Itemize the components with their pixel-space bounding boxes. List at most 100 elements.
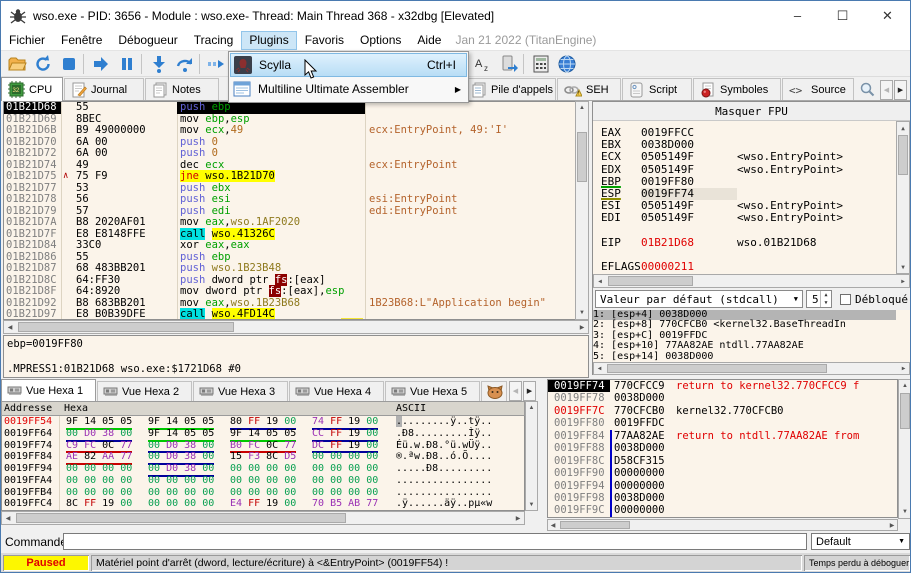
stop-button[interactable] xyxy=(57,52,81,76)
spin-up-icon[interactable]: ▲ xyxy=(820,291,831,299)
register-row-edi[interactable]: EDI0505149F<wso.EntryPoint> xyxy=(593,212,896,224)
disasm-row[interactable]: 01B21D6855push ebp xyxy=(4,102,575,114)
tab-source[interactable]: <>Source xyxy=(782,78,854,100)
stack-row[interactable]: 0019FF9C00000000 xyxy=(548,504,897,516)
calling-convention-dropdown[interactable]: Valeur par défaut (stdcall) ▼ xyxy=(595,290,803,308)
menu-item-fenetre[interactable]: Fenêtre xyxy=(53,31,110,50)
tab-pile-d-appels[interactable]: Pile d'appels xyxy=(464,78,556,100)
scroll-left-icon[interactable]: ◀ xyxy=(2,512,14,524)
args-hscrollbar[interactable]: ◀ ▶ xyxy=(593,362,910,375)
hexdump-row[interactable]: 0019FF6400 D0 38 009F 14 05 059F 14 05 0… xyxy=(2,428,524,440)
calculator-button[interactable] xyxy=(529,52,553,76)
scroll-right-icon[interactable]: ▶ xyxy=(576,321,588,333)
close-button[interactable]: ✕ xyxy=(865,1,910,30)
hexdump-vscrollbar[interactable]: ▲ ▼ xyxy=(525,401,538,511)
tab-script[interactable]: Script xyxy=(622,78,692,100)
register-row-edx[interactable]: EDX0505149F<wso.EntryPoint> xyxy=(593,164,896,176)
menu-item-aide[interactable]: Aide xyxy=(409,31,449,50)
hexdump-row[interactable]: 0019FF9400 00 00 0000 D0 38 0000 00 00 0… xyxy=(2,463,524,475)
restart-button[interactable] xyxy=(31,52,55,76)
hexdump-tab-scroll-right-button[interactable]: ▶ xyxy=(523,381,536,401)
args-count-spinner[interactable]: 5 ▲ ▼ xyxy=(806,290,832,308)
stack-hscrollbar[interactable]: ◀ ▶ xyxy=(547,519,898,531)
unlocked-checkbox[interactable] xyxy=(840,294,851,305)
tab-vue-hexa-5[interactable]: Vue Hexa 5 xyxy=(385,381,480,401)
stack-row[interactable]: 0019FF8477AA82AEreturn to ntdll.77AA82AE… xyxy=(548,430,897,442)
stack-row[interactable]: 0019FF74770CFCC9return to kernel32.770CF… xyxy=(548,380,897,392)
tab-vue-hexa-1[interactable]: Vue Hexa 1 xyxy=(1,379,96,401)
hexdump-hscrollbar[interactable]: ◀ ▶ xyxy=(1,511,525,525)
tab-cpu[interactable]: 32CPU xyxy=(1,77,63,101)
menu-item-favoris[interactable]: Favoris xyxy=(297,31,352,50)
tab-vue-hexa-3[interactable]: Vue Hexa 3 xyxy=(193,381,288,401)
stack-rows[interactable]: 0019FF74770CFCC9return to kernel32.770CF… xyxy=(547,379,898,518)
scroll-up-icon[interactable]: ▲ xyxy=(526,402,537,413)
stack-row[interactable]: 0019FF7C770CFCB0kernel32.770CFCB0 xyxy=(548,405,897,417)
hexdump-row[interactable]: 0019FF549F 14 05 059F 14 05 0580 FF 19 0… xyxy=(2,416,524,428)
hexdump-row[interactable]: 0019FFA400 00 00 0000 00 00 0000 00 00 0… xyxy=(2,475,524,487)
menu-item-options[interactable]: Options xyxy=(352,31,409,50)
stack-row[interactable]: 0019FF780038D000 xyxy=(548,392,897,404)
disasm-row[interactable]: 01B21D8433C0xor eax,eax xyxy=(4,240,575,252)
registers-vscrollbar[interactable]: ▲ ▼ xyxy=(896,121,910,274)
disasm-hscrollbar[interactable]: ◀ ▶ xyxy=(3,320,589,334)
stack-row[interactable]: 0019FF880038D000 xyxy=(548,442,897,454)
scroll-thumb[interactable] xyxy=(577,132,587,182)
stack-row[interactable]: 0019FF9000000000 xyxy=(548,467,897,479)
disassembly-view[interactable]: 01B21D6855push ebp01B21D698BECmov ebp,es… xyxy=(3,101,575,320)
menu-item-fichier[interactable]: Fichier xyxy=(1,31,53,50)
hexdump-tab-scroll-left-button[interactable]: ◀ xyxy=(509,381,522,401)
maximize-button[interactable]: ☐ xyxy=(820,1,865,30)
scroll-right-icon[interactable]: ▶ xyxy=(512,512,524,524)
scroll-down-icon[interactable]: ▼ xyxy=(899,506,911,518)
disasm-row[interactable]: 01B21D7AB8 2020AF01mov eax,wso.1AF2020 xyxy=(4,217,575,229)
register-row-eflags[interactable]: EFLAGS00000211 xyxy=(593,261,896,273)
hexdump-row[interactable]: 0019FF74C9 FC 0C 7700 D0 38 00B0 FC 0C 7… xyxy=(2,440,524,452)
register-row-eax[interactable]: EAX0019FFCC xyxy=(593,127,896,139)
hide-fpu-button[interactable]: Masquer FPU xyxy=(593,102,910,121)
tab-vue-hexa-4[interactable]: Vue Hexa 4 xyxy=(289,381,384,401)
step-into-button[interactable] xyxy=(147,52,171,76)
scroll-thumb[interactable] xyxy=(607,364,827,373)
disasm-vscrollbar[interactable]: ▲ ▼ xyxy=(575,101,589,320)
scroll-right-icon[interactable]: ▶ xyxy=(897,275,909,287)
hexdump-row[interactable]: 0019FFC48C FF 19 0000 00 00 00E4 FF 19 0… xyxy=(2,498,524,510)
spin-down-icon[interactable]: ▼ xyxy=(820,299,831,307)
registers-list[interactable]: EAX0019FFCCEBX0038D000ECX0505149F<wso.En… xyxy=(593,121,896,274)
menu-item-plugins[interactable]: Plugins xyxy=(241,31,296,50)
scroll-right-icon[interactable]: ▶ xyxy=(887,520,897,530)
globe-button[interactable] xyxy=(555,52,579,76)
scroll-right-icon[interactable]: ▶ xyxy=(898,363,909,374)
disasm-row[interactable]: 01B21D97E8 B0B39DFEcall wso.4FD14C xyxy=(4,309,575,320)
registers-hscrollbar[interactable]: ◀ ▶ xyxy=(593,274,910,288)
menu-item-debogueur[interactable]: Débogueur xyxy=(110,31,185,50)
arg-row[interactable]: 5: [esp+14] 0038D000 xyxy=(593,352,896,362)
search-button[interactable] xyxy=(855,78,879,100)
command-input[interactable] xyxy=(63,533,807,550)
stack-row[interactable]: 0019FF8CD58CF315 xyxy=(548,455,897,467)
tab-seh[interactable]: !SEH xyxy=(557,78,621,100)
scroll-up-icon[interactable]: ▲ xyxy=(899,380,911,392)
tab-scroll-right-button[interactable]: ▶ xyxy=(894,80,907,100)
stack-row[interactable]: 0019FF9400000000 xyxy=(548,480,897,492)
scroll-thumb[interactable] xyxy=(608,276,693,286)
execute-till-return-button[interactable] xyxy=(205,52,229,76)
scroll-thumb[interactable] xyxy=(18,322,234,332)
run-button[interactable] xyxy=(89,52,113,76)
hexdump-rows[interactable]: 0019FF549F 14 05 059F 14 05 0580 FF 19 0… xyxy=(1,416,525,511)
stack-row[interactable]: 0019FF980038D000 xyxy=(548,492,897,504)
scroll-thumb[interactable] xyxy=(898,135,908,175)
tab-journal[interactable]: Journal xyxy=(64,78,144,100)
disasm-row[interactable]: 01B21D7753push ebx xyxy=(4,183,575,195)
plugins-menu-item-scylla[interactable]: ScyllaCtrl+I xyxy=(230,53,467,77)
menu-item-tracing[interactable]: Tracing xyxy=(186,31,242,50)
minimize-button[interactable]: – xyxy=(775,1,820,30)
tab-scroll-left-button[interactable]: ◀ xyxy=(880,80,893,100)
az-button[interactable]: Az xyxy=(471,52,495,76)
register-row-eip[interactable]: EIP01B21D68wso.01B21D68 xyxy=(593,237,896,249)
disasm-row[interactable]: 01B21D75∧75 F9jne wso.1B21D70 xyxy=(4,171,575,183)
open-folder-button[interactable] xyxy=(5,52,29,76)
arg-row[interactable]: 4: [esp+10] 77AA82AE ntdll.77AA82AE xyxy=(593,341,896,351)
scroll-thumb[interactable] xyxy=(16,513,346,523)
scroll-down-icon[interactable]: ▼ xyxy=(576,307,588,319)
